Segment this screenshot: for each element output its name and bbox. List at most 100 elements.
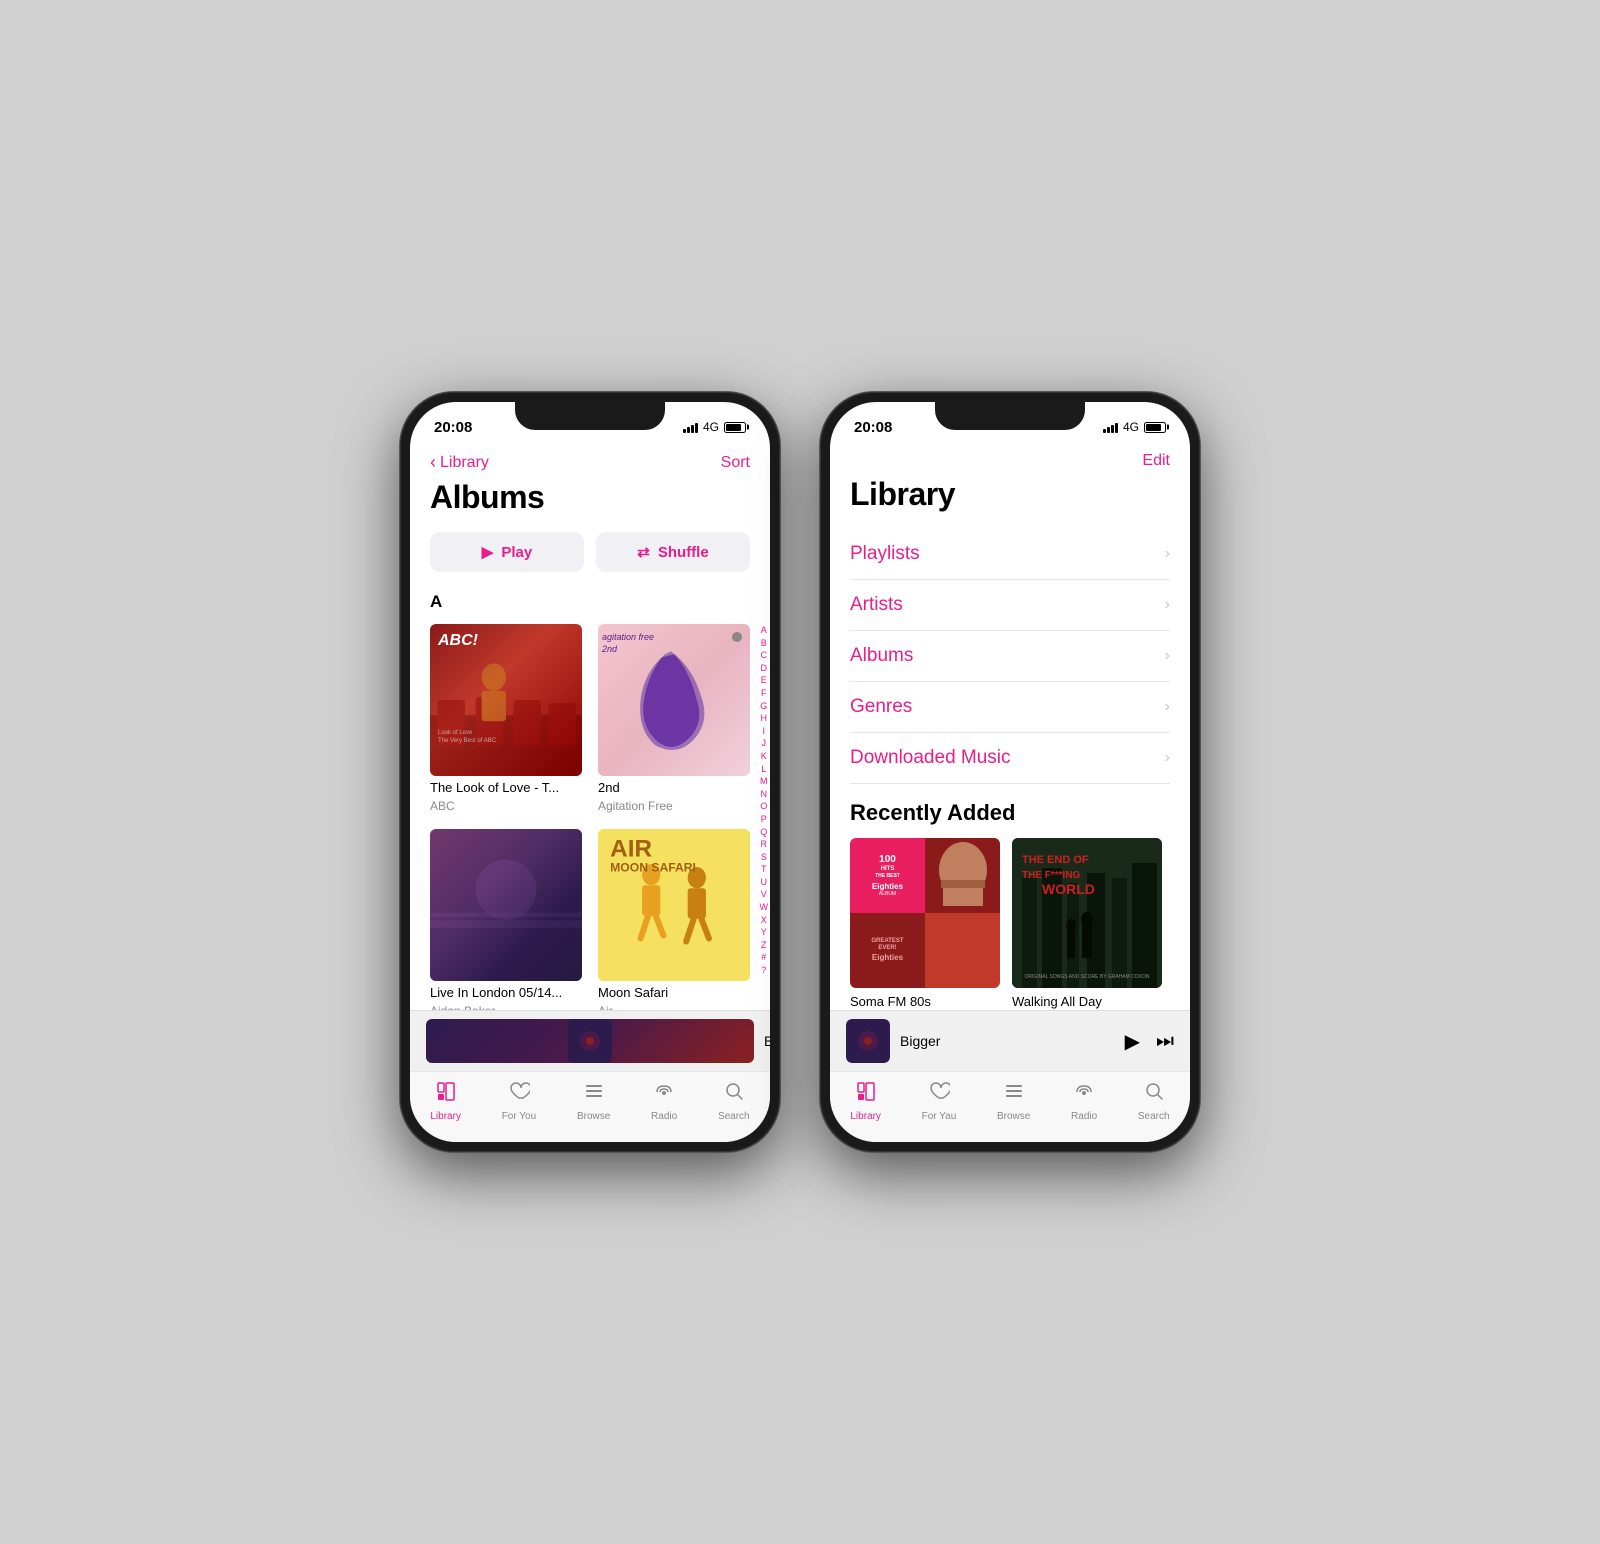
alpha-g[interactable]: G: [760, 700, 769, 713]
tab-search-label: Search: [718, 1111, 750, 1122]
albums-scroll[interactable]: Albums ▶ Play ⇄ Shuffle A: [410, 479, 770, 1010]
library-item-artists[interactable]: Artists ›: [850, 580, 1170, 631]
album-artist: Aidan Baker: [430, 1004, 582, 1010]
svg-text:THE END OF: THE END OF: [1022, 854, 1089, 866]
alpha-e[interactable]: E: [760, 674, 769, 687]
search-icon: [1143, 1080, 1165, 1108]
artists-chevron-icon: ›: [1165, 596, 1170, 614]
album-artist: Agitation Free: [598, 799, 750, 813]
list-item[interactable]: agitation free2nd 2nd Agitation Free: [598, 624, 750, 813]
alpha-j[interactable]: J: [760, 737, 769, 750]
svg-text:MOON SAFARI: MOON SAFARI: [610, 861, 696, 875]
battery-icon: [1144, 422, 1166, 433]
list-item[interactable]: Live In London 05/14... Aidan Baker: [430, 829, 582, 1010]
alpha-f[interactable]: F: [760, 687, 769, 700]
tab-library[interactable]: Library: [850, 1080, 881, 1122]
alpha-s[interactable]: S: [760, 851, 769, 864]
alpha-question[interactable]: ?: [760, 964, 769, 977]
list-item[interactable]: THE END OF THE F***ING WORLD ORIGINAL SO…: [1012, 838, 1162, 1010]
tab-library[interactable]: Library: [430, 1080, 461, 1122]
recently-added-title: Recently Added: [850, 800, 1170, 826]
library-item-genres[interactable]: Genres ›: [850, 682, 1170, 733]
shuffle-button[interactable]: ⇄ Shuffle: [596, 532, 750, 572]
alpha-r[interactable]: R: [760, 838, 769, 851]
alpha-k[interactable]: K: [760, 750, 769, 763]
play-pause-button[interactable]: ▶: [1125, 1029, 1140, 1054]
downloaded-label: Downloaded Music: [850, 747, 1011, 769]
tab-browse-label: Browse: [997, 1111, 1030, 1122]
albums-chevron-icon: ›: [1165, 647, 1170, 665]
battery-icon: [724, 422, 746, 433]
album-artist: ABC: [430, 799, 582, 813]
album-cover-agitation: agitation free2nd: [598, 624, 750, 776]
back-label[interactable]: Library: [440, 454, 489, 472]
alpha-y[interactable]: Y: [760, 926, 769, 939]
tab-search[interactable]: Search: [1138, 1080, 1170, 1122]
alpha-u[interactable]: U: [760, 876, 769, 889]
album-title: Live In London 05/14...: [430, 985, 582, 1000]
status-time: 20:08: [434, 419, 472, 436]
alpha-p[interactable]: P: [760, 813, 769, 826]
library-icon: [435, 1080, 457, 1108]
library-item-albums[interactable]: Albums ›: [850, 631, 1170, 682]
alpha-m[interactable]: M: [760, 775, 769, 788]
mini-player[interactable]: Bigger ▶ ⏭: [830, 1010, 1190, 1071]
tab-radio[interactable]: Radio: [1071, 1080, 1097, 1122]
next-button[interactable]: ⏭: [1156, 1030, 1174, 1053]
alpha-z[interactable]: Z: [760, 939, 769, 952]
alpha-n[interactable]: N: [760, 788, 769, 801]
section-a-header: A: [430, 592, 750, 612]
tab-radio[interactable]: Radio: [651, 1080, 677, 1122]
notch: [515, 402, 665, 430]
alpha-q[interactable]: Q: [760, 826, 769, 839]
status-time: 20:08: [854, 419, 892, 436]
alphabet-index[interactable]: A B C D E F G H I J K L M N O: [760, 624, 769, 977]
mini-player-thumb: [426, 1019, 754, 1063]
alpha-v[interactable]: V: [760, 888, 769, 901]
walking-title: Walking All Day: [1012, 994, 1162, 1009]
tab-browse[interactable]: Browse: [577, 1080, 610, 1122]
alpha-h[interactable]: H: [760, 712, 769, 725]
alpha-hash[interactable]: #: [760, 951, 769, 964]
alpha-b[interactable]: B: [760, 637, 769, 650]
play-icon: ▶: [482, 543, 494, 561]
album-title: Moon Safari: [598, 985, 750, 1000]
tab-browse[interactable]: Browse: [997, 1080, 1030, 1122]
list-item[interactable]: AIR MOON SAFARI Moon Safari Air: [598, 829, 750, 1010]
tab-search-label: Search: [1138, 1111, 1170, 1122]
sort-button[interactable]: Sort: [721, 454, 750, 472]
edit-button[interactable]: Edit: [1142, 452, 1170, 470]
alpha-o[interactable]: O: [760, 800, 769, 813]
recent-albums-row[interactable]: 100HITSTHE BEST Eighties ALBUM: [850, 838, 1170, 1010]
mini-player[interactable]: Bigger ▶ ⏭: [410, 1010, 770, 1071]
album-cover-aidan: [430, 829, 582, 981]
tab-radio-label: Radio: [1071, 1111, 1097, 1122]
play-button[interactable]: ▶ Play: [430, 532, 584, 572]
alpha-w[interactable]: W: [760, 901, 769, 914]
tab-for-you-label: For Yau: [922, 1111, 957, 1122]
alpha-t[interactable]: T: [760, 863, 769, 876]
walking-album-cover: THE END OF THE F***ING WORLD ORIGINAL SO…: [1012, 838, 1162, 988]
alpha-a[interactable]: A: [760, 624, 769, 637]
page-title: Albums: [430, 479, 750, 516]
mini-player-thumb: [846, 1019, 890, 1063]
library-scroll[interactable]: Library Playlists › Artists › Albums › G…: [830, 476, 1190, 1010]
alpha-d[interactable]: D: [760, 662, 769, 675]
list-item[interactable]: 100HITSTHE BEST Eighties ALBUM: [850, 838, 1000, 1010]
album-title: The Look of Love - T...: [430, 780, 582, 795]
alpha-l[interactable]: L: [760, 763, 769, 776]
tab-for-you[interactable]: For You: [502, 1080, 536, 1122]
album-grid: ABC! Look of LoveThe Very Best of ABC: [430, 624, 750, 1010]
alpha-i[interactable]: I: [760, 725, 769, 738]
tab-search[interactable]: Search: [718, 1080, 750, 1122]
alpha-x[interactable]: X: [760, 914, 769, 927]
library-item-downloaded[interactable]: Downloaded Music ›: [850, 733, 1170, 784]
back-button[interactable]: ‹ Library: [430, 452, 489, 473]
alpha-c[interactable]: C: [760, 649, 769, 662]
album-title: 2nd: [598, 780, 750, 795]
tab-for-you[interactable]: For Yau: [922, 1080, 957, 1122]
tab-bar: Library For You: [410, 1071, 770, 1142]
artists-label: Artists: [850, 594, 903, 616]
list-item[interactable]: ABC! Look of LoveThe Very Best of ABC: [430, 624, 582, 813]
library-item-playlists[interactable]: Playlists ›: [850, 529, 1170, 580]
